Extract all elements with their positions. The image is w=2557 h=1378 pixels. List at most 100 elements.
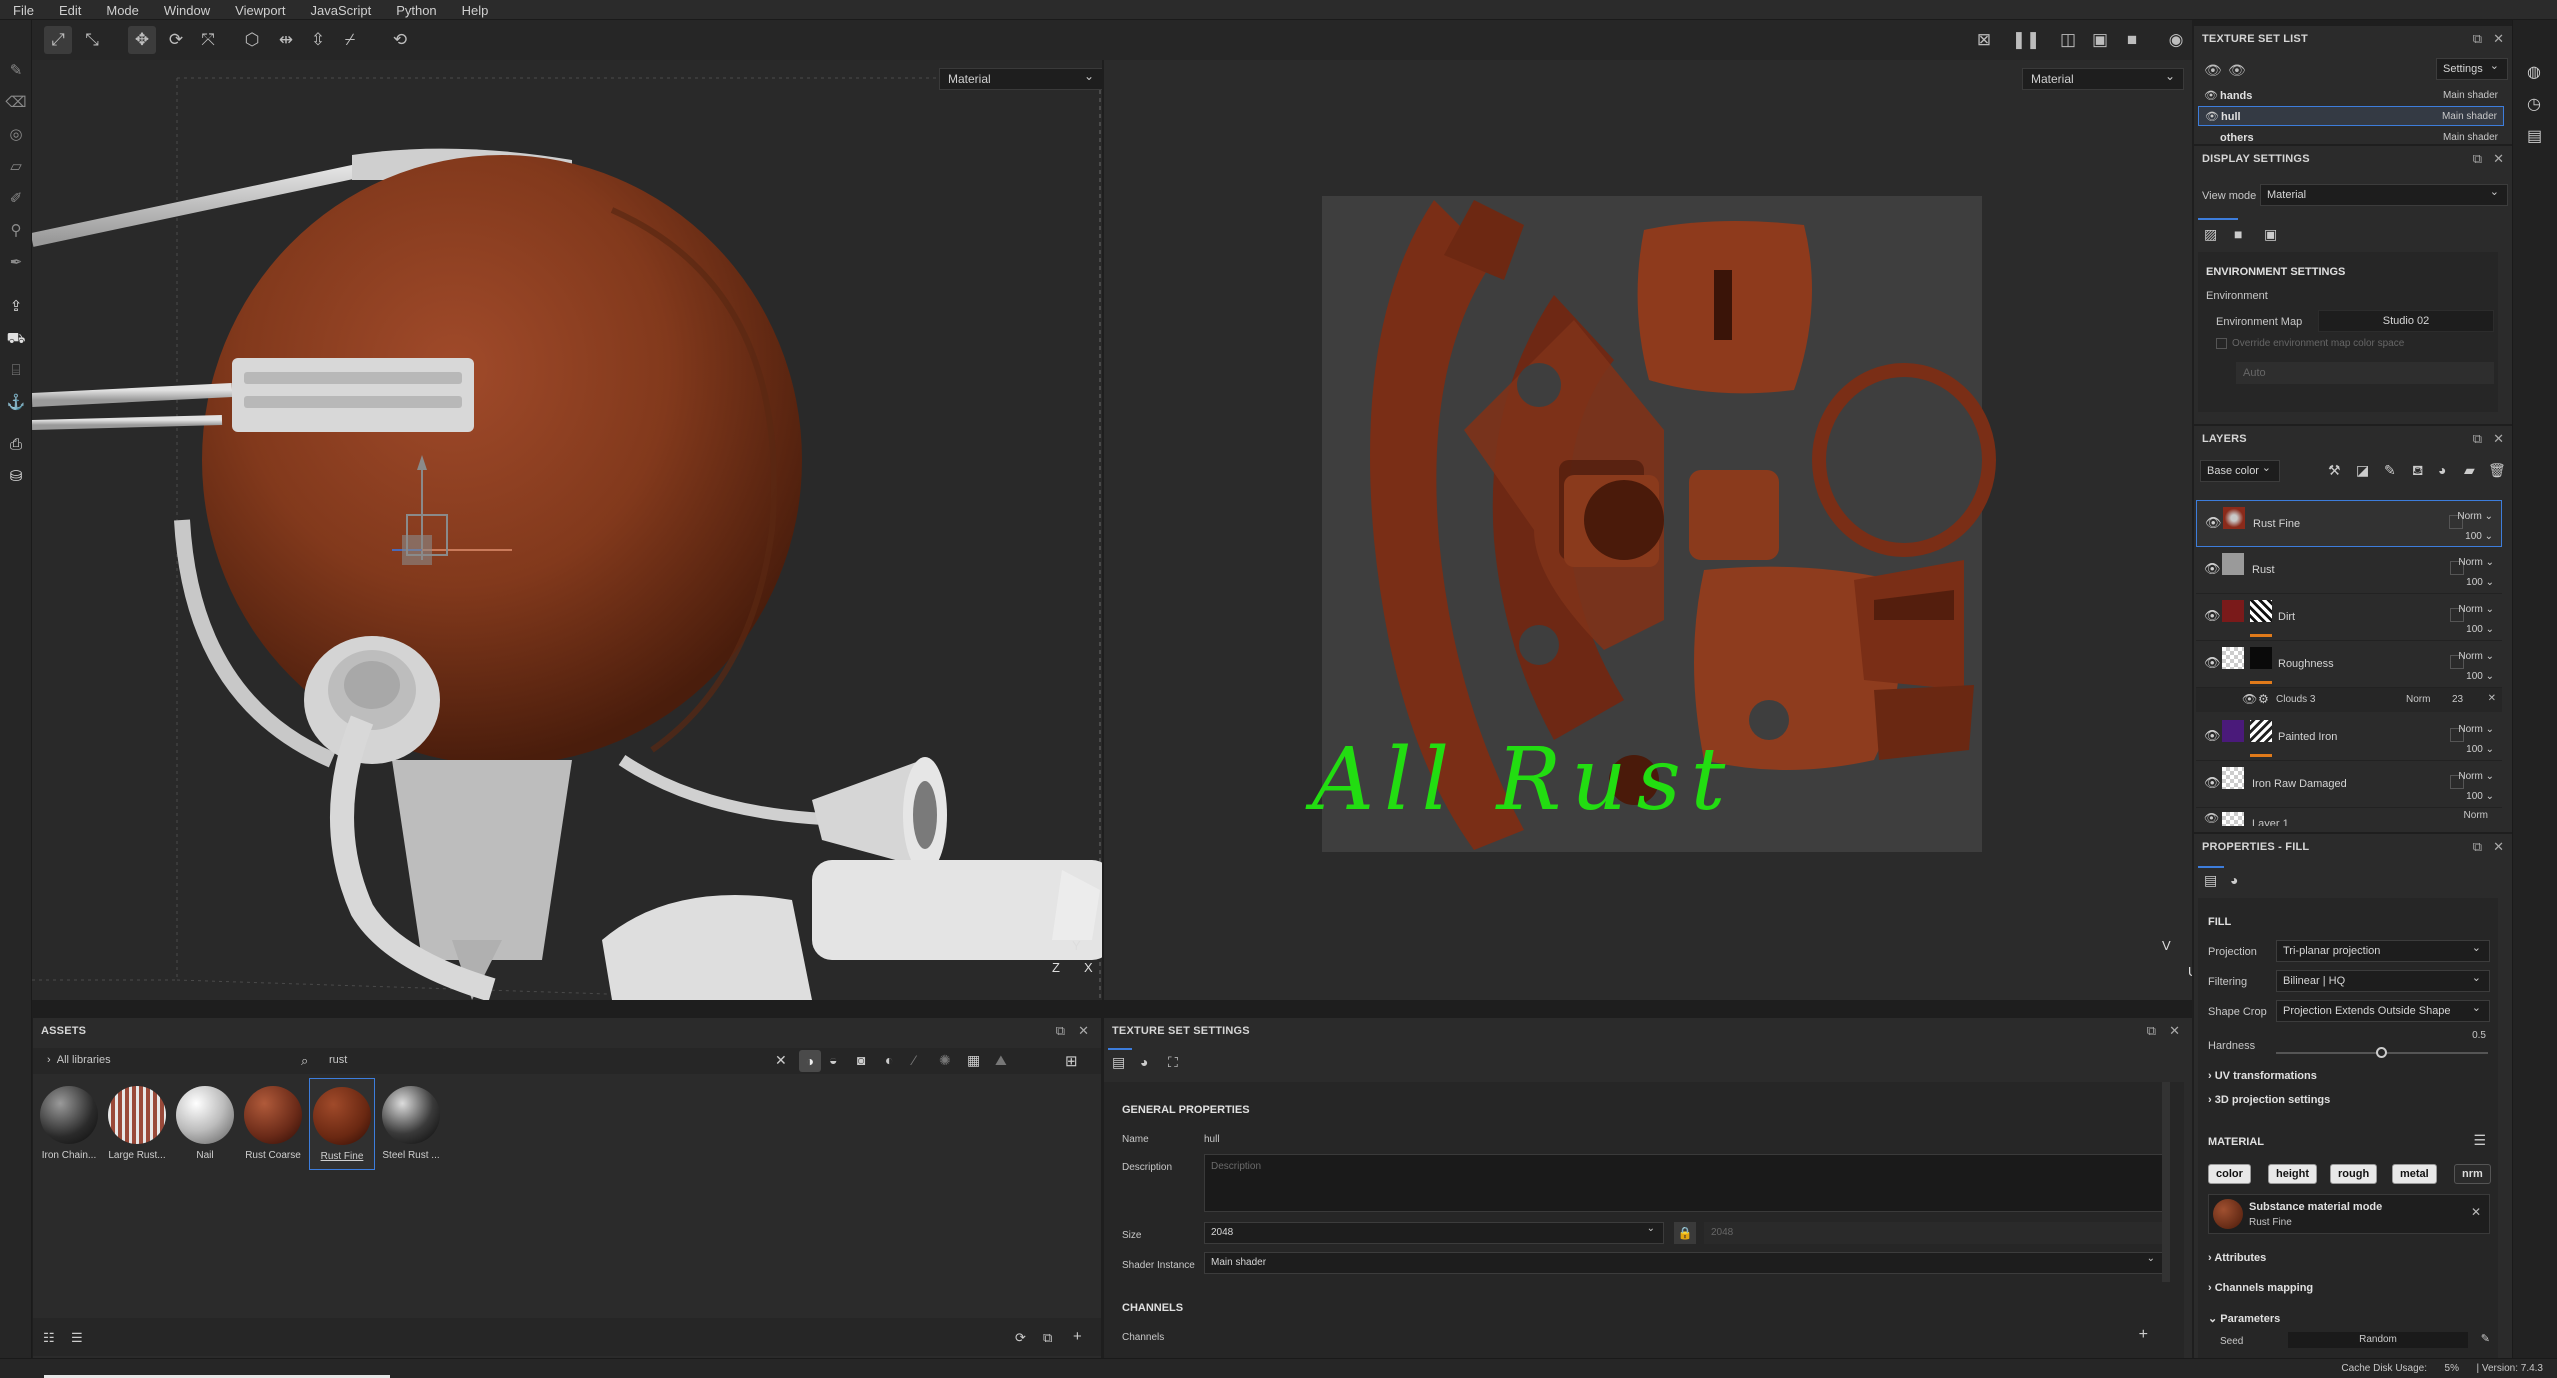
layer-row[interactable]: 👁 Roughness Norm ⌄ 100 ⌄ (2196, 641, 2502, 688)
eye-icon[interactable]: 👁 (2204, 775, 2221, 791)
clone-icon[interactable]: ⚲ (5, 220, 27, 242)
polygon-fill-icon[interactable]: ▱ (5, 156, 27, 178)
view-mode-select[interactable]: Material (2260, 184, 2508, 206)
3d-projection-toggle[interactable]: › 3D projection settings (2208, 1094, 2330, 1106)
close-icon[interactable]: ✕ (2493, 431, 2504, 447)
chip-nrm[interactable]: nrm (2454, 1164, 2491, 1184)
detail-view-icon[interactable]: ☰ (71, 1330, 83, 1346)
fill-tab-icon[interactable]: ▤ (2204, 872, 2217, 889)
menu-edit[interactable]: Edit (59, 0, 81, 21)
chip-rough[interactable]: rough (2330, 1164, 2378, 1184)
float-panel-icon[interactable]: ⧉ (2473, 431, 2482, 447)
close-icon[interactable]: ✕ (2169, 1023, 2180, 1039)
filtering-select[interactable]: Bilinear | HQ (2276, 970, 2490, 992)
layer-row[interactable]: 👁 Dirt Norm ⌄ 100 ⌄ (2196, 594, 2502, 641)
menu-mode[interactable]: Mode (106, 0, 139, 21)
pause-icon[interactable]: ❚❚ (2012, 26, 2041, 54)
search-input[interactable]: rust (329, 1054, 809, 1066)
material-tab-icon[interactable]: ◕ (2230, 872, 2238, 888)
geometry-decal-icon[interactable]: ⛟ (5, 328, 27, 350)
float-panel-icon[interactable]: ⧉ (2473, 151, 2482, 167)
viewport-2d[interactable]: Material All Rust V U (1104, 60, 2192, 1000)
override-checkbox[interactable] (2216, 338, 2227, 349)
snap-icon[interactable]: ⌿ (336, 26, 364, 54)
eye-icon[interactable]: 👁 (2242, 692, 2257, 706)
eye-icon[interactable]: 👁 (2205, 515, 2222, 531)
asset-item[interactable]: Steel Rust ... (379, 1078, 443, 1168)
eye-icon[interactable]: 👁 (2204, 608, 2221, 624)
channels-tab-icon[interactable]: ◕ (1140, 1054, 1148, 1070)
smudge-icon[interactable]: ✐ (5, 188, 27, 210)
projection-select[interactable]: Tri-planar projection (2276, 940, 2490, 962)
clear-search-icon[interactable]: ✕ (775, 1052, 787, 1069)
visibility-icon[interactable]: 👁 (2204, 62, 2222, 79)
brush-filter-icon[interactable]: ⁄ (913, 1052, 915, 1068)
projection-icon[interactable]: ◎ (5, 124, 27, 146)
camera-tab-icon[interactable]: ■ (2234, 226, 2242, 242)
layer-row[interactable]: 👁 Iron Raw Damaged Norm ⌄ 100 ⌄ (2196, 761, 2502, 808)
menu-file[interactable]: File (13, 0, 34, 21)
seed-field[interactable]: Random (2288, 1332, 2468, 1348)
history-icon[interactable]: ⟲ (386, 26, 414, 54)
viewport-tab-icon[interactable]: ▣ (2264, 226, 2277, 243)
filter-generator-icon[interactable]: ▦ (967, 1052, 980, 1069)
lock-icon[interactable]: 🔒 (1674, 1222, 1696, 1244)
asset-item[interactable]: Rust Coarse (241, 1078, 305, 1168)
add-paint-layer-icon[interactable]: ✎ (2384, 462, 2396, 479)
menu-viewport[interactable]: Viewport (235, 0, 285, 21)
camera-icon[interactable]: ■ (2118, 26, 2146, 54)
add-channel-icon[interactable]: + (2139, 1326, 2148, 1344)
split-view-icon[interactable]: ◫ (2054, 26, 2082, 54)
refresh-icon[interactable]: ⟳ (1015, 1330, 1026, 1346)
particle-filter-icon[interactable]: ✺ (939, 1052, 951, 1069)
symmetry-options-icon[interactable]: ⤡ (78, 26, 106, 54)
eye-icon[interactable]: 👁 (2205, 110, 2219, 123)
menu-window[interactable]: Window (164, 0, 210, 21)
float-panel-icon[interactable]: ⧉ (2473, 839, 2482, 855)
texture-set-item[interactable]: 👁 hands Main shader (2198, 86, 2504, 106)
uv-tab-icon[interactable]: ⛶ (1168, 1054, 1178, 1071)
library-selector[interactable]: › All libraries (47, 1054, 111, 1066)
remove-effect-icon[interactable]: ✕ (2488, 693, 2496, 704)
close-icon[interactable]: ✕ (2493, 839, 2504, 855)
scrollbar[interactable] (2162, 1082, 2170, 1282)
delete-layer-icon[interactable]: 🗑 (2488, 462, 2506, 479)
rotate-gizmo-icon[interactable]: ⟳ (162, 26, 190, 54)
add-smart-material-icon[interactable]: ◕ (2438, 462, 2446, 478)
eraser-icon[interactable]: ⌫ (5, 92, 27, 114)
menu-help[interactable]: Help (462, 0, 489, 21)
paint-brush-icon[interactable]: ✎ (5, 60, 27, 82)
measure-icon[interactable]: ⌸ (5, 360, 27, 382)
eye-icon[interactable]: 👁 (2228, 62, 2246, 79)
close-icon[interactable]: ✕ (2493, 151, 2504, 167)
uv-transformations-toggle[interactable]: › UV transformations (2208, 1070, 2317, 1082)
float-panel-icon[interactable]: ⧉ (1056, 1023, 1065, 1039)
size-select[interactable]: 2048 (1204, 1222, 1664, 1244)
viewport-3d-mode-select[interactable]: Material (939, 68, 1102, 90)
asset-item[interactable]: Iron Chain... (37, 1078, 101, 1168)
mirror-x-icon[interactable]: ⇹ (272, 26, 300, 54)
close-icon[interactable]: ✕ (1078, 1023, 1089, 1039)
texture-set-item-selected[interactable]: 👁 hull Main shader (2198, 106, 2504, 126)
color-picker-icon[interactable]: ✒ (5, 252, 27, 274)
settings-dropdown[interactable]: Settings (2436, 58, 2508, 80)
scale-gizmo-icon[interactable]: ⤧ (194, 26, 222, 54)
attributes-toggle[interactable]: › Attributes (2208, 1252, 2266, 1264)
layer-row[interactable]: 👁 Painted Iron Norm ⌄ 100 ⌄ (2196, 714, 2502, 761)
screenshot-icon[interactable]: ◉ (2162, 26, 2190, 54)
materials-filter-icon[interactable]: ◑ (799, 1050, 821, 1072)
export-icon[interactable]: ⎙ (5, 434, 27, 456)
list-view-icon[interactable]: ☷ (43, 1330, 55, 1346)
mirror-y-icon[interactable]: ⇳ (304, 26, 332, 54)
grid-view-icon[interactable]: ⊞ (1065, 1052, 1078, 1070)
eye-icon[interactable]: 👁 (2204, 561, 2221, 577)
log-icon[interactable]: ▤ (2527, 126, 2542, 146)
sublayer-row[interactable]: 👁 ⚙ Clouds 3 Norm 23 ✕ (2196, 688, 2502, 712)
bake-icon[interactable]: ⇪ (5, 296, 27, 318)
material-options-icon[interactable]: ☰ (2473, 1132, 2486, 1149)
layer-row[interactable]: 👁 Rust Fine Norm ⌄ 100 ⌄ (2196, 500, 2502, 547)
chip-color[interactable]: color (2208, 1164, 2251, 1184)
layer-row[interactable]: 👁 Layer 1 Norm (2196, 808, 2502, 826)
layer-row[interactable]: 👁 Rust Norm ⌄ 100 ⌄ (2196, 547, 2502, 594)
close-icon[interactable]: ✕ (2493, 31, 2504, 47)
